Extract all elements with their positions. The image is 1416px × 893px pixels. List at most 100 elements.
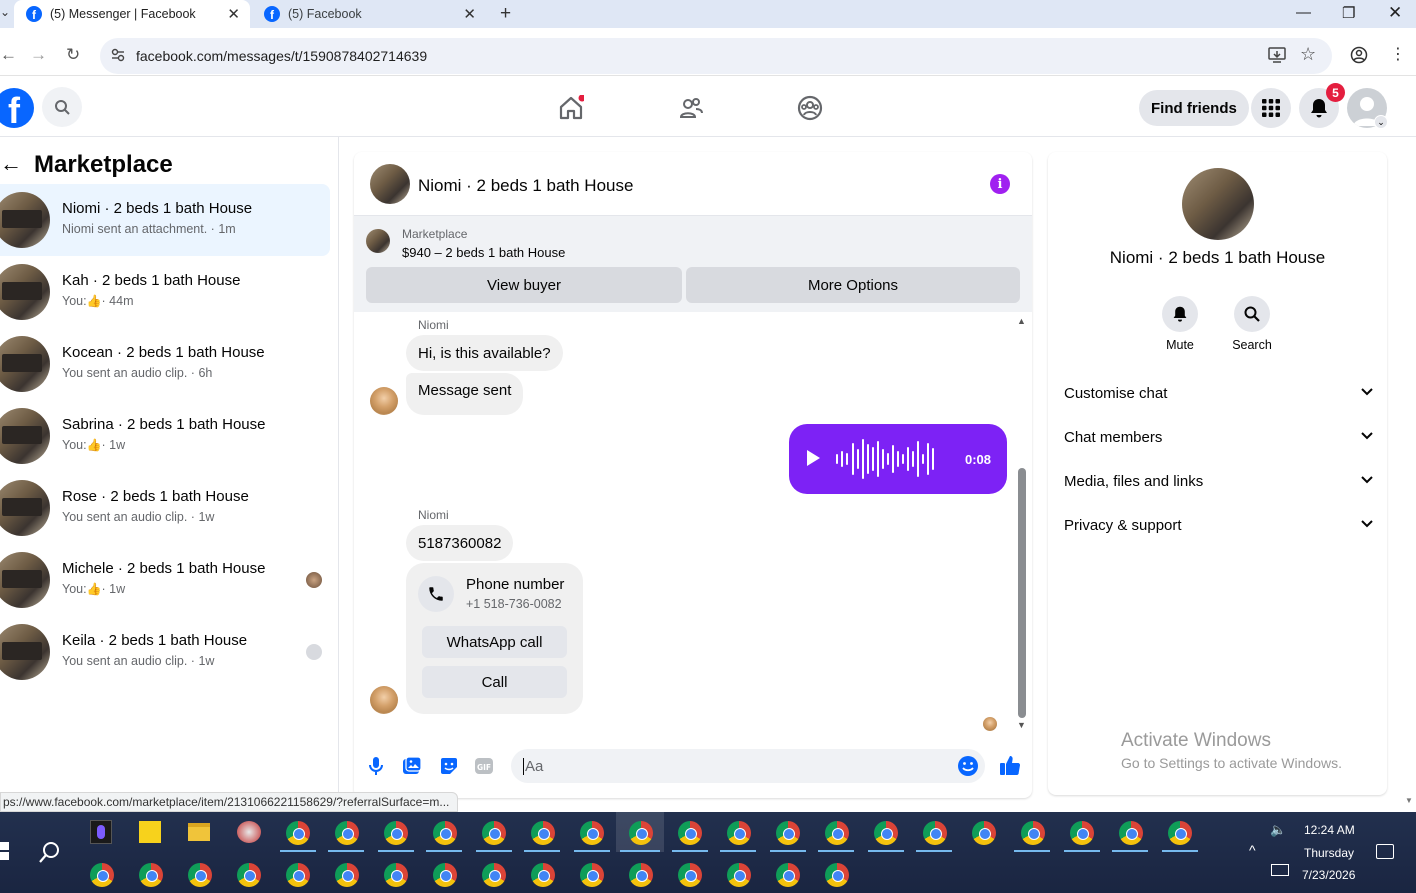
sticker-icon[interactable] [439,756,459,776]
play-icon[interactable] [807,450,820,466]
home-icon[interactable] [558,95,584,121]
site-settings-icon[interactable] [110,47,126,63]
info-icon[interactable]: i [990,174,1010,194]
mouse-app-icon[interactable] [90,820,112,844]
close-window-icon[interactable]: ✕ [1388,3,1402,23]
message-bubble[interactable]: 5187360082 [406,525,514,561]
message-bubble[interactable]: Hi, is this available? [406,335,563,371]
chrome-window-icon[interactable] [727,863,751,887]
tab-messenger[interactable]: f (5) Messenger | Facebook ✕ [14,0,250,28]
tray-chevron-up-icon[interactable]: ^ [1249,842,1256,858]
chrome-window-icon[interactable] [776,821,800,845]
chrome-window-icon[interactable] [335,821,359,845]
conversation-item[interactable]: Kah · 2 beds 1 bath House You:👍· 44m [0,256,330,328]
search-icon[interactable] [42,87,82,127]
chrome-window-icon[interactable] [727,821,751,845]
chrome-window-icon[interactable] [433,863,457,887]
more-options-button[interactable]: More Options [686,267,1020,303]
friends-icon[interactable] [678,96,704,122]
chrome-window-icon[interactable] [580,821,604,845]
message-bubble[interactable]: Message sent [406,373,524,415]
search-in-conversation-button[interactable]: Search [1222,296,1282,352]
chrome-window-icon[interactable] [629,863,653,887]
forward-icon[interactable]: → [30,45,47,65]
message-input[interactable]: Aa [511,749,985,783]
sticky-notes-icon[interactable] [139,821,161,843]
chrome-window-icon[interactable] [972,821,996,845]
action-center-icon[interactable] [1376,844,1394,859]
account-chevron-icon[interactable]: ⌄ [1374,115,1388,129]
conversation-item[interactable]: Rose · 2 beds 1 bath House You sent an a… [0,472,330,544]
chrome-window-icon[interactable] [139,863,163,887]
listing-profile-picture[interactable] [1182,168,1254,240]
listing-avatar[interactable] [370,164,410,204]
chrome-window-icon[interactable] [629,821,653,845]
conversation-item[interactable]: Sabrina · 2 beds 1 bath House You:👍· 1w [0,400,330,472]
chrome-window-icon[interactable] [286,821,310,845]
scrollbar-thumb[interactable] [1018,468,1026,718]
back-icon[interactable]: ← [0,45,17,65]
facebook-logo-icon[interactable]: f [0,88,34,128]
clock-time[interactable]: 12:24 AM [1304,823,1355,837]
view-buyer-button[interactable]: View buyer [366,267,682,303]
page-scroll-down-icon[interactable]: ▼ [1405,796,1413,805]
new-tab-icon[interactable]: + [500,3,511,25]
conversation-item[interactable]: Kocean · 2 beds 1 bath House You sent an… [0,328,330,400]
chrome-window-icon[interactable] [384,863,408,887]
chrome-window-icon[interactable] [531,821,555,845]
chrome-window-icon[interactable] [433,821,457,845]
call-button[interactable]: Call [422,666,567,698]
start-windows-icon[interactable] [0,842,10,860]
profile-icon[interactable] [1350,46,1368,64]
clock-day[interactable]: Thursday [1304,846,1354,860]
chrome-window-icon[interactable] [237,863,261,887]
conversation-item[interactable]: Niomi · 2 beds 1 bath House Niomi sent a… [0,184,330,256]
chrome-window-icon[interactable] [874,821,898,845]
bookmark-star-icon[interactable]: ☆ [1300,44,1316,65]
close-tab-icon[interactable]: ✕ [463,5,476,23]
back-arrow-icon[interactable]: ← [0,151,22,177]
reload-icon[interactable]: ↻ [66,45,80,65]
browser-menu-icon[interactable]: ⋮ [1390,44,1406,64]
chrome-window-icon[interactable] [384,821,408,845]
install-app-icon[interactable] [1268,46,1286,64]
chrome-window-icon[interactable] [923,821,947,845]
network-icon[interactable] [1271,864,1289,876]
microphone-icon[interactable] [368,756,384,776]
chrome-window-icon[interactable] [482,863,506,887]
listing-price-title[interactable]: $940 – 2 beds 1 bath House [402,245,565,260]
restore-icon[interactable]: ❐ [1342,4,1355,22]
volume-icon[interactable]: 🔈 [1270,822,1286,838]
tab-facebook[interactable]: f (5) Facebook ✕ [254,0,486,28]
chrome-window-icon[interactable] [1168,821,1192,845]
scroll-up-icon[interactable]: ▲ [1017,316,1026,326]
groups-icon[interactable] [797,95,823,121]
chrome-window-icon[interactable] [188,863,212,887]
paint-app-icon[interactable] [237,821,261,843]
clock-date[interactable]: 7/23/2026 [1302,868,1355,882]
listing-thumbnail[interactable] [366,229,390,253]
whatsapp-call-button[interactable]: WhatsApp call [422,626,567,658]
chrome-window-icon[interactable] [482,821,506,845]
mute-button[interactable]: Mute [1150,296,1210,352]
tab-search-icon[interactable]: ⌄ [0,5,10,19]
chrome-window-icon[interactable] [531,863,555,887]
photo-icon[interactable] [402,756,422,776]
chrome-window-icon[interactable] [1119,821,1143,845]
chrome-window-icon[interactable] [580,863,604,887]
thumbs-up-icon[interactable] [999,754,1021,776]
emoji-icon[interactable] [957,755,979,777]
media-files-links-section[interactable]: Media, files and links [1064,466,1374,496]
conversation-item[interactable]: Keila · 2 beds 1 bath House You sent an … [0,616,330,688]
chat-title[interactable]: Niomi · 2 beds 1 bath House [418,176,633,196]
chrome-window-icon[interactable] [678,821,702,845]
audio-message[interactable]: 0:08 [789,424,1007,494]
menu-grid-icon[interactable] [1251,88,1291,128]
minimize-icon[interactable]: — [1296,4,1311,21]
chrome-window-icon[interactable] [825,863,849,887]
chrome-window-icon[interactable] [335,863,359,887]
chrome-window-icon[interactable] [90,863,114,887]
taskbar-search-icon[interactable] [38,840,62,864]
find-friends-button[interactable]: Find friends [1139,90,1249,126]
chrome-window-icon[interactable] [286,863,310,887]
